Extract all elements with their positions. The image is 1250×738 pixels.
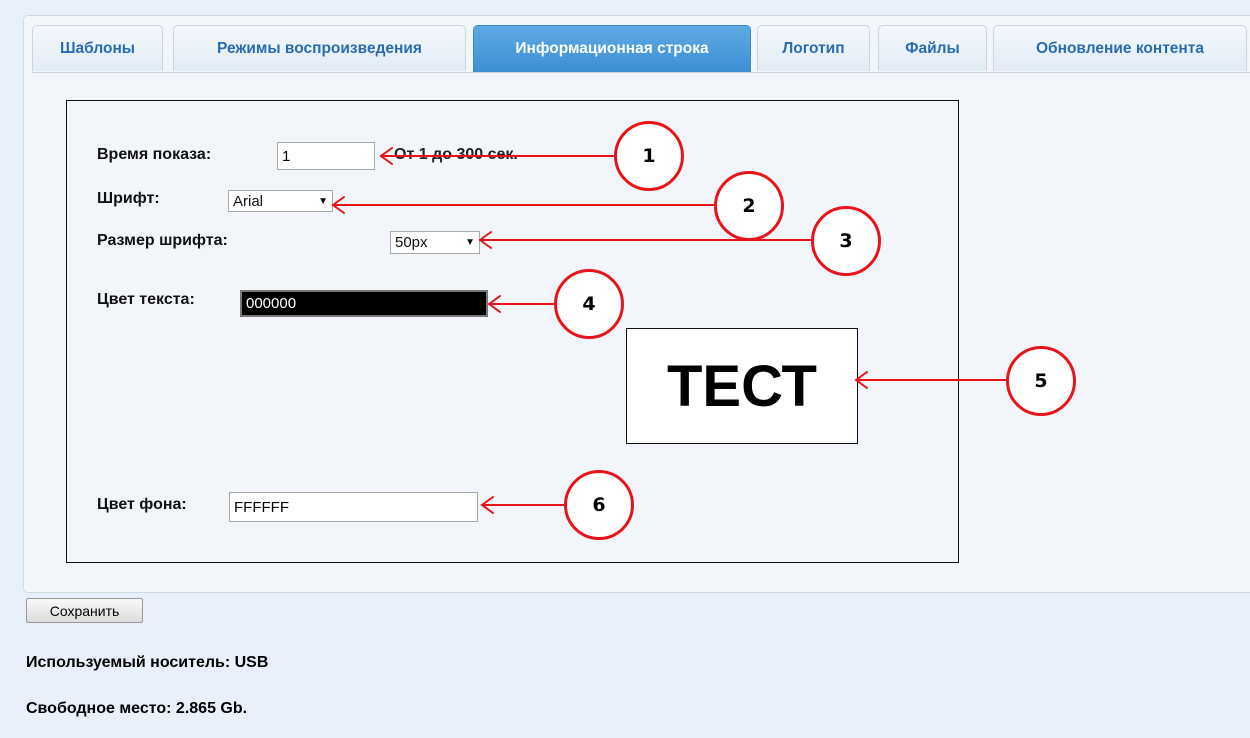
dropdown-arrow-icon: ▼ (465, 237, 475, 248)
bg-color-label: Цвет фона: (97, 496, 187, 513)
font-label: Шрифт: (97, 190, 160, 207)
tab-playback-modes[interactable]: Режимы воспроизведения (173, 25, 466, 71)
font-size-label: Размер шрифта: (97, 232, 228, 249)
annotation-marker-6: 6 (564, 470, 634, 540)
tab-templates[interactable]: Шаблоны (32, 25, 163, 71)
font-select-value: Arial (233, 192, 264, 210)
free-space-info: Свободное место: 2.865 Gb. (26, 700, 248, 717)
media-info: Используемый носитель: USB (26, 654, 269, 671)
annotation-marker-3: 3 (811, 206, 881, 276)
page: Шаблоны Режимы воспроизведения Информаци… (0, 0, 1250, 738)
annotation-marker-5: 5 (1006, 346, 1076, 416)
preview-box: ТЕСТ (626, 328, 858, 444)
tab-files[interactable]: Файлы (878, 25, 987, 71)
annotation-marker-4: 4 (554, 269, 624, 339)
tab-content-update[interactable]: Обновление контента (993, 25, 1247, 71)
show-time-label: Время показа: (97, 146, 212, 163)
save-button[interactable]: Сохранить (26, 598, 143, 623)
tab-logo[interactable]: Логотип (757, 25, 870, 71)
tab-info-line[interactable]: Информационная строка (473, 25, 751, 72)
annotation-marker-1: 1 (614, 121, 684, 191)
annotation-marker-2: 2 (714, 171, 784, 241)
tab-bar: Шаблоны Режимы воспроизведения Информаци… (32, 25, 1250, 73)
font-size-select[interactable]: 50px ▼ (390, 231, 480, 254)
font-select[interactable]: Arial ▼ (228, 190, 333, 212)
dropdown-arrow-icon: ▼ (318, 195, 328, 207)
show-time-input[interactable] (277, 142, 375, 170)
bg-color-input[interactable] (229, 492, 478, 522)
text-color-input[interactable] (240, 290, 488, 317)
show-time-hint: От 1 до 300 сек. (394, 146, 518, 163)
font-size-select-value: 50px (395, 234, 428, 251)
text-color-label: Цвет текста: (97, 291, 195, 308)
